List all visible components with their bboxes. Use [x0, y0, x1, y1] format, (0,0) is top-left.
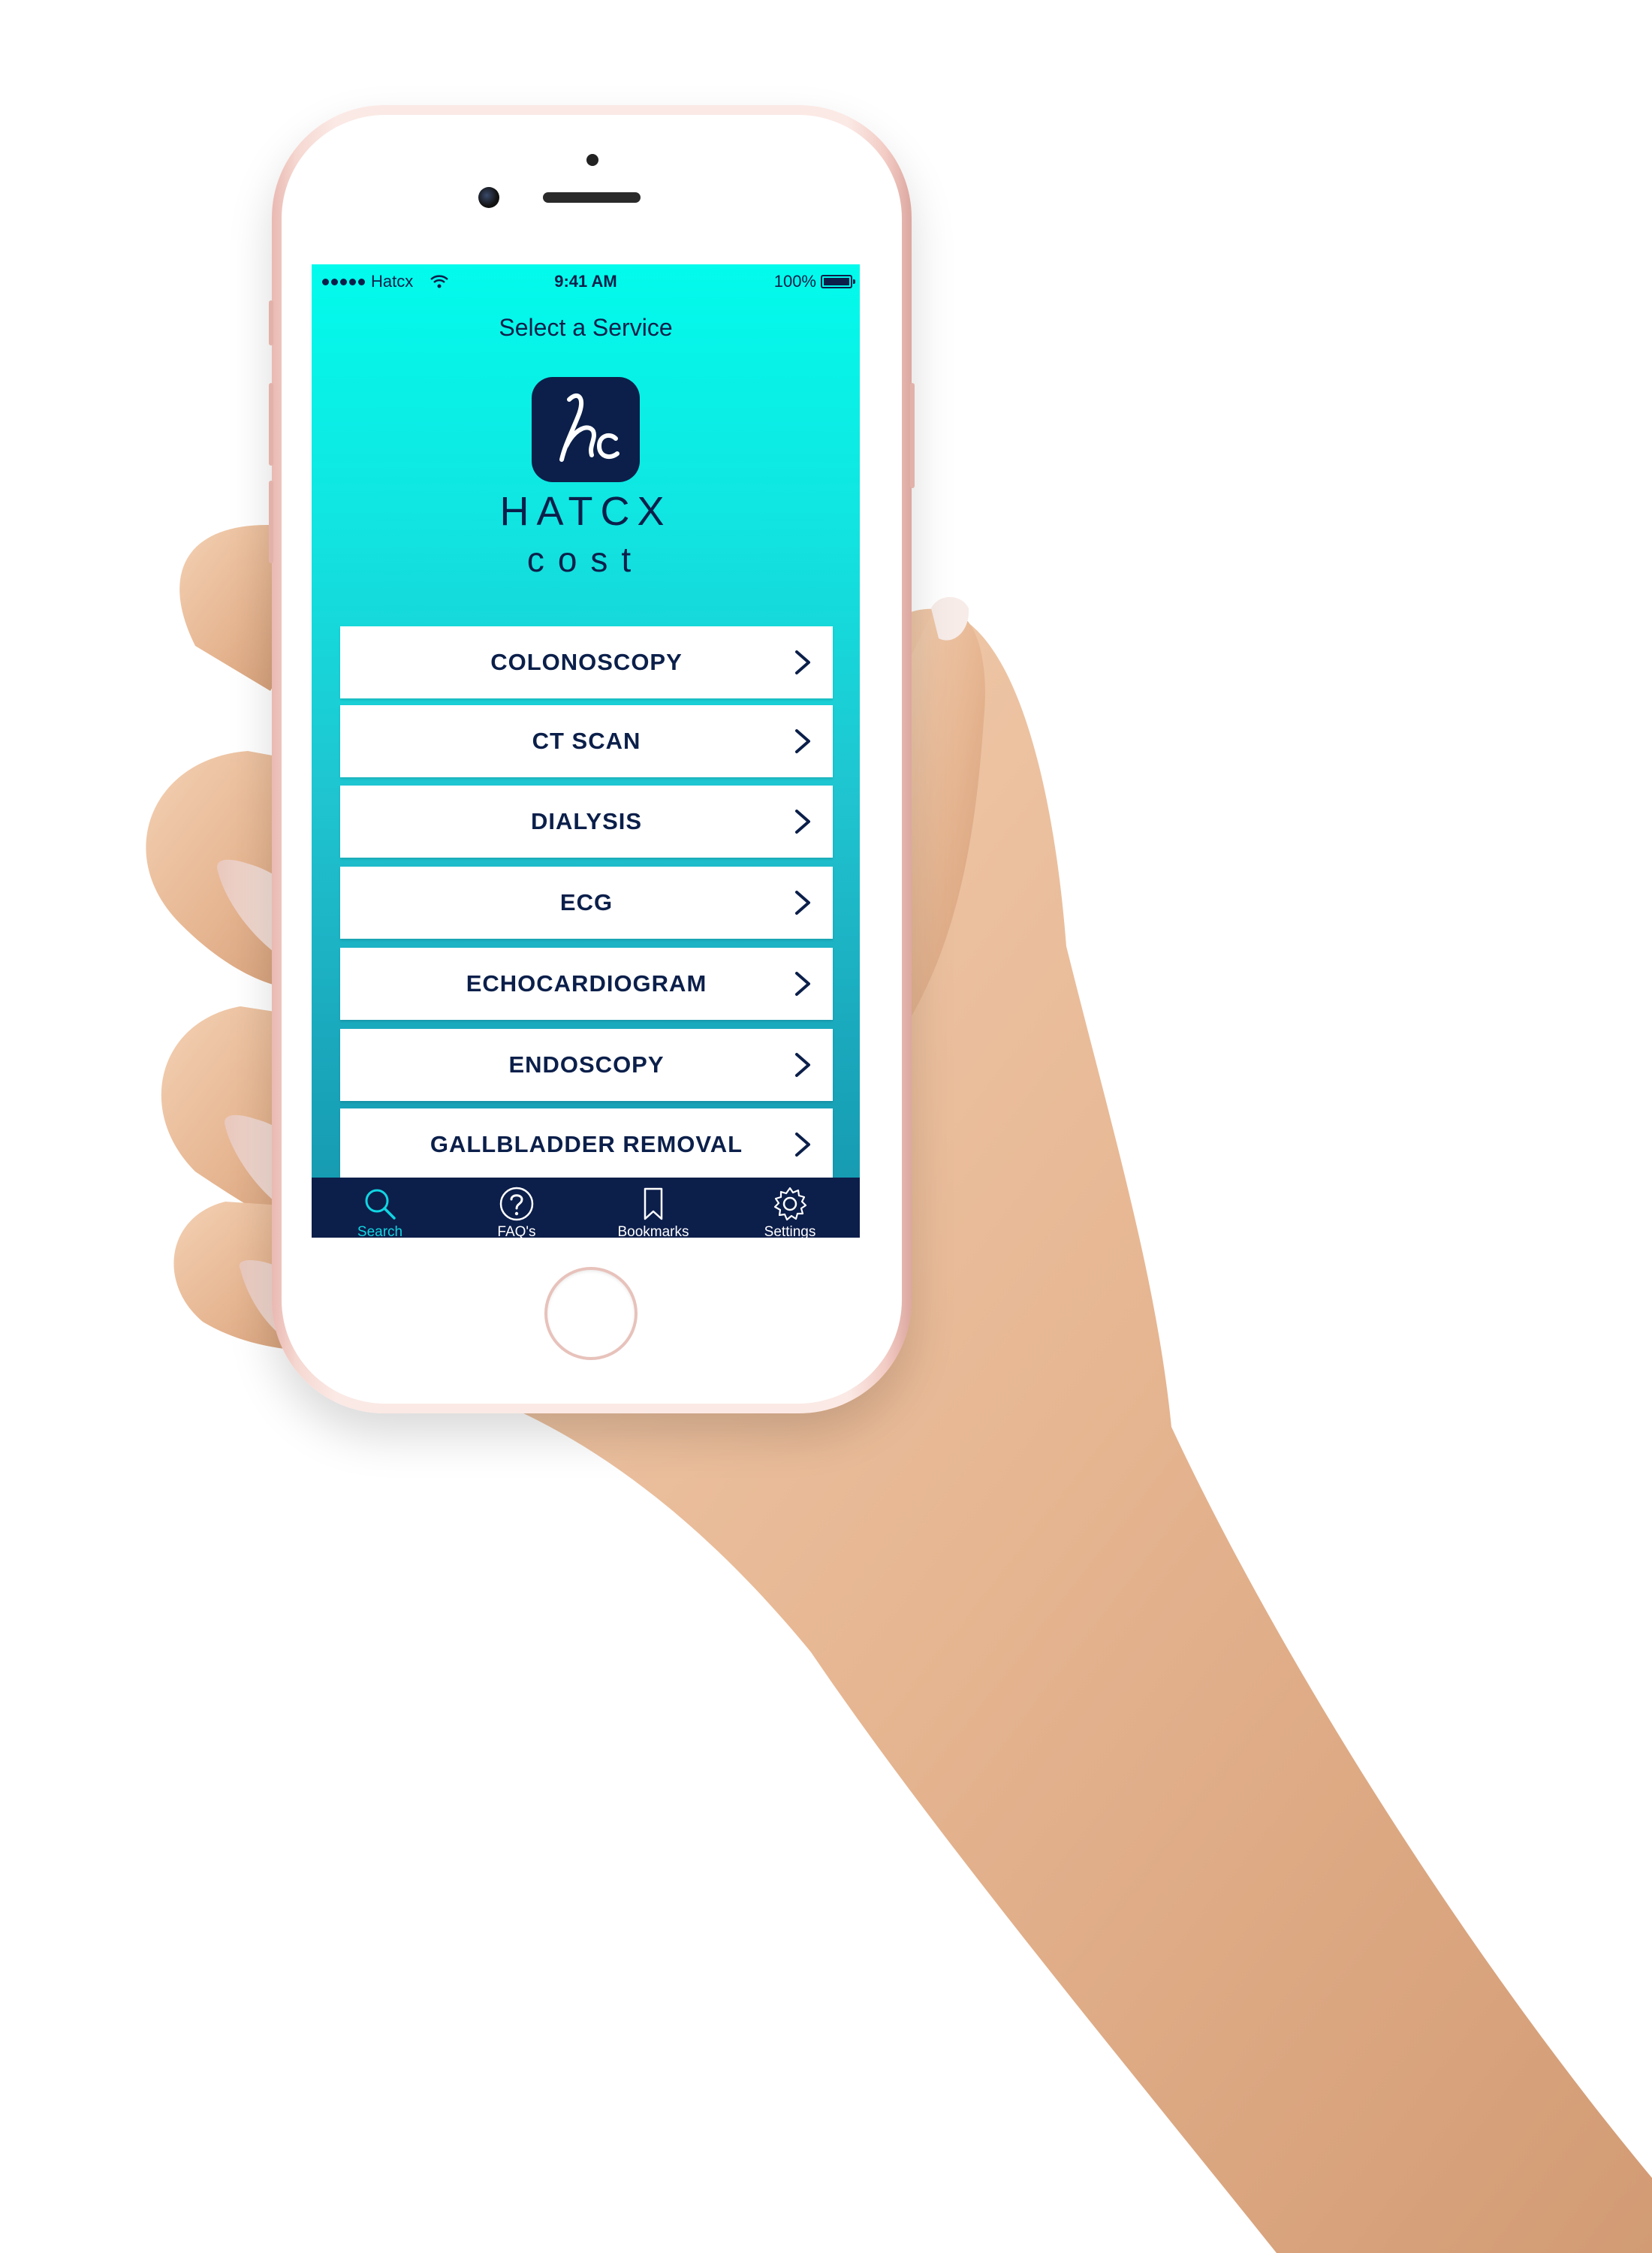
service-label: ECG [559, 889, 613, 915]
brand-subtitle: cost [526, 540, 645, 579]
tab-settings[interactable]: Settings [722, 1178, 858, 1238]
service-item-ct-scan[interactable]: CT SCAN [340, 705, 833, 777]
chevron-right-icon [795, 729, 810, 753]
tab-label: FAQ's [497, 1224, 536, 1238]
battery-percent: 100% [773, 272, 816, 291]
service-label: ENDOSCOPY [508, 1051, 665, 1078]
question-icon [499, 1187, 534, 1221]
service-label: ECHOCARDIOGRAM [466, 970, 707, 997]
tab-bar: Search FAQ's Bookmarks Settings [312, 1178, 860, 1238]
service-item-colonoscopy[interactable]: COLONOSCOPY [340, 626, 833, 698]
proximity-sensor [586, 154, 598, 166]
service-item-echocardiogram[interactable]: ECHOCARDIOGRAM [340, 948, 833, 1020]
battery-icon [821, 275, 855, 288]
chevron-right-icon [795, 650, 810, 674]
service-item-dialysis[interactable]: DIALYSIS [340, 786, 833, 858]
front-camera [478, 187, 499, 208]
hc-logo-icon [559, 394, 620, 462]
tab-label: Bookmarks [617, 1224, 689, 1238]
chevron-right-icon [795, 1133, 810, 1157]
service-label: GALLBLADDER REMOVAL [430, 1131, 743, 1157]
status-bar: Hatcx 9:41 AM 100% [312, 264, 860, 297]
chevron-right-icon [795, 972, 810, 996]
tab-search[interactable]: Search [312, 1178, 448, 1238]
service-label: DIALYSIS [530, 808, 643, 834]
home-button[interactable] [544, 1267, 638, 1360]
tab-faqs[interactable]: FAQ's [448, 1178, 585, 1238]
tab-bookmarks[interactable]: Bookmarks [585, 1178, 722, 1238]
service-item-gallbladder-removal[interactable]: GALLBLADDER REMOVAL [340, 1108, 833, 1181]
earpiece [543, 192, 641, 203]
service-label: COLONOSCOPY [490, 649, 683, 675]
service-label: CT SCAN [532, 728, 641, 754]
service-item-endoscopy[interactable]: ENDOSCOPY [340, 1029, 833, 1101]
tab-label: Settings [764, 1224, 816, 1238]
app-screen: Hatcx 9:41 AM 100% Select a Service HATC… [312, 264, 860, 1238]
page-title: Select a Service [499, 314, 673, 341]
chevron-right-icon [795, 810, 810, 834]
search-icon [365, 1189, 396, 1220]
app-logo [532, 377, 640, 482]
gear-icon [773, 1187, 807, 1221]
tab-label: Search [357, 1224, 403, 1238]
chevron-right-icon [795, 891, 810, 915]
brand-name: HATCX [499, 489, 672, 534]
bookmark-icon [644, 1187, 663, 1220]
chevron-right-icon [795, 1053, 810, 1077]
service-item-ecg[interactable]: ECG [340, 867, 833, 939]
